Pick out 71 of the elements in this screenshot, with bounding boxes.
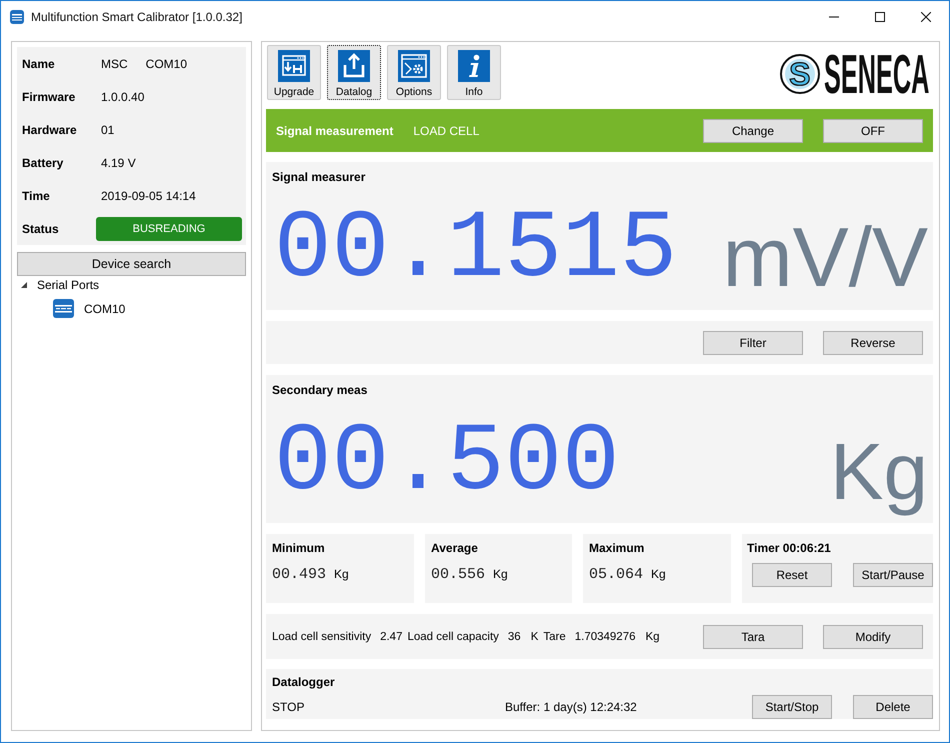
field-value: 2.47 (380, 630, 402, 642)
start-stop-button[interactable]: Start/Stop (752, 695, 832, 719)
device-search-button[interactable]: Device search (17, 252, 246, 276)
info-label: Hardware (21, 122, 78, 136)
stat-value: 00.556 (431, 566, 486, 583)
status-badge: BUSREADING (96, 216, 242, 240)
tara-button[interactable]: Tara (703, 624, 803, 648)
filter-button[interactable]: Filter (703, 330, 803, 354)
field-value: 36 (508, 630, 521, 642)
app-icon (10, 10, 24, 24)
info-value: 4.19 V (100, 156, 136, 170)
maximize-icon[interactable] (875, 12, 885, 22)
timer-label: Timer 00:06:21 (747, 541, 832, 555)
info-button[interactable]: Info (447, 45, 501, 100)
field-value: 1.70349276 (574, 630, 636, 642)
tree-item[interactable]: Serial Ports (37, 278, 100, 292)
stat-value: 00.493 (272, 566, 326, 583)
datalog-button[interactable]: Datalog (327, 45, 381, 100)
logo-mark: S (780, 54, 820, 94)
close-icon[interactable] (921, 12, 931, 22)
info-label: Time (21, 188, 51, 202)
window-download-icon (278, 50, 310, 82)
field-unit: Kg (646, 630, 660, 642)
info-label: Name (21, 56, 56, 70)
tray-upload-icon (338, 50, 370, 82)
info-label: Status (21, 222, 60, 236)
field-label: Tare (543, 630, 566, 642)
port-icon (53, 299, 74, 318)
panel-title: Secondary meas (272, 383, 368, 397)
signal-bar-title: Signal measurement (276, 124, 394, 138)
stat-unit: Kg (334, 567, 349, 581)
stat-label: Maximum (589, 541, 646, 555)
stat-label: Average (431, 541, 479, 555)
options-button[interactable]: Options (387, 45, 441, 100)
signal-mode: LOAD CELL (413, 124, 480, 138)
stat-label: Minimum (272, 541, 326, 555)
field-label: Load cell sensitivity (272, 630, 372, 642)
datalogger-state: STOP (272, 700, 306, 714)
window-title: Multifunction Smart Calibrator [1.0.0.32] (31, 10, 242, 24)
window-gear-icon (398, 50, 430, 82)
stat-value: 05.064 (589, 566, 644, 583)
expand-triangle-icon[interactable] (21, 282, 27, 288)
stat-unit: Kg (651, 567, 666, 581)
upgrade-button[interactable]: Upgrade (267, 45, 321, 100)
measurement-unit: mV/V (722, 215, 928, 299)
info-value: 01 (100, 122, 114, 136)
info-value: 1.0.0.40 (100, 90, 144, 104)
measurement-unit: Kg (830, 430, 928, 514)
tree-item[interactable]: COM10 (84, 302, 126, 316)
start-pause-button[interactable]: Start/Pause (853, 563, 933, 587)
change-button[interactable]: Change (703, 118, 803, 142)
info-value: COM10 (146, 56, 188, 70)
info-label: Battery (21, 156, 64, 170)
logo-text: SENECA (824, 52, 930, 96)
reverse-button[interactable]: Reverse (823, 330, 923, 354)
measurement-value: 00.500 (273, 415, 620, 511)
reset-button[interactable]: Reset (752, 563, 832, 587)
info-label: Firmware (21, 90, 76, 104)
buffer-text: Buffer: 1 day(s) 12:24:32 (505, 700, 638, 714)
off-button[interactable]: OFF (823, 118, 923, 142)
info-icon (458, 50, 490, 82)
panel-title: Signal measurer (272, 170, 366, 184)
info-value: 2019-09-05 14:14 (100, 188, 196, 202)
field-label: Load cell capacity (407, 630, 499, 642)
datalogger-title: Datalogger (272, 675, 336, 689)
field-unit: K (530, 630, 538, 642)
modify-button[interactable]: Modify (823, 624, 923, 648)
stat-unit: Kg (493, 567, 508, 581)
measurement-value: 00.1515 (273, 202, 678, 298)
delete-button[interactable]: Delete (853, 695, 933, 719)
info-value: MSC (100, 56, 128, 70)
